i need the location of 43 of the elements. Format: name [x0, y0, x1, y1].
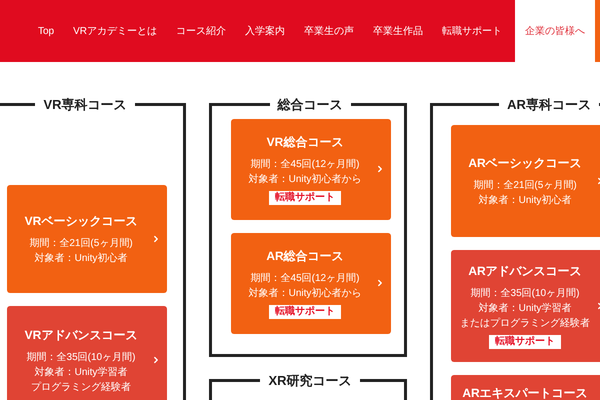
nav-link[interactable]: VRアカデミーとは — [67, 24, 164, 38]
support-badge: 転職サポート — [269, 305, 341, 319]
nav-link[interactable]: Top — [32, 24, 60, 38]
course-card[interactable]: VRベーシックコース 期間：全21回(5ヶ月間) 対象者：Unity初心者 — [7, 184, 167, 292]
support-badge: 転職サポート — [269, 191, 341, 205]
course-title: VRベーシックコース — [24, 213, 138, 230]
section-heading: AR専科コース — [506, 96, 592, 114]
course-title: VR総合コース — [266, 134, 344, 151]
nav-link[interactable]: 卒業生の声 — [298, 24, 360, 38]
support-badge: 転職サポート — [489, 335, 561, 349]
course-card[interactable]: VRアドバンスコース 期間：全35回(10ヶ月間) 対象者：Unity学習者 プログラミング経験者 — [7, 306, 167, 400]
course-title: VRアドバンスコース — [24, 326, 138, 344]
course-card[interactable]: ARベーシックコース 期間：全21回(5ヶ月間) 対象者：Unity初心者 — [451, 124, 600, 236]
course-detail: 期間：全21回(5ヶ月間) — [473, 179, 577, 192]
course-detail: 期間：全21回(5ヶ月間) — [29, 237, 133, 250]
nav-link[interactable]: 入学案内 — [239, 24, 292, 38]
course-detail: 対象者：Unity学習者 — [34, 366, 128, 378]
course-title: AR総合コース — [266, 248, 344, 265]
course-detail: 対象者：Unity初心者 — [34, 252, 128, 265]
nav-link[interactable]: コース紹介 — [170, 24, 232, 38]
course-card[interactable]: VR総合コース 期間：全45回(12ヶ月間) 対象者：Unity初心者から 転職サポート — [231, 118, 391, 220]
course-card[interactable]: ARアドバンスコース 期間：全35回(10ヶ月間) 対象者：Unity学習者 またはプログラミング経験者 転職サポート — [451, 250, 600, 362]
course-detail: 期間：全45回(12ヶ月間) — [250, 272, 360, 285]
nav-link[interactable]: 転職サポート — [436, 24, 508, 38]
course-detail: 対象者：Unity学習者 — [478, 302, 572, 315]
section-heading: 総合コース — [276, 96, 344, 114]
course-detail: 期間：全35回(10ヶ月間) — [470, 287, 580, 300]
course-title: ARアドバンスコース — [468, 263, 582, 280]
course-title: ARベーシックコース — [468, 155, 582, 172]
course-detail: 対象者：Unity初心者 — [478, 194, 572, 207]
course-detail: 期間：全45回(12ヶ月間) — [250, 158, 360, 171]
nav-link[interactable]: 卒業生作品 — [367, 24, 430, 38]
course-detail: 対象者：Unity初心者から — [248, 287, 362, 300]
course-detail: 期間：全35回(10ヶ月間) — [26, 350, 136, 364]
course-detail: またはプログラミング経験者 — [460, 317, 590, 330]
course-card[interactable]: ARエキスパートコース — [451, 374, 600, 400]
nav-tab[interactable]: 企業の皆様へ — [515, 0, 596, 62]
course-detail: 対象者：Unity初心者から — [248, 173, 362, 186]
section-heading: XR研究コース — [267, 372, 353, 390]
section-heading: VR専科コース — [42, 96, 128, 114]
course-card[interactable]: AR総合コース 期間：全45回(12ヶ月間) 対象者：Unity初心者から 転職サポート — [231, 232, 391, 334]
course-title: ARエキスパートコース — [462, 384, 588, 400]
course-detail: プログラミング経験者 — [31, 380, 131, 394]
